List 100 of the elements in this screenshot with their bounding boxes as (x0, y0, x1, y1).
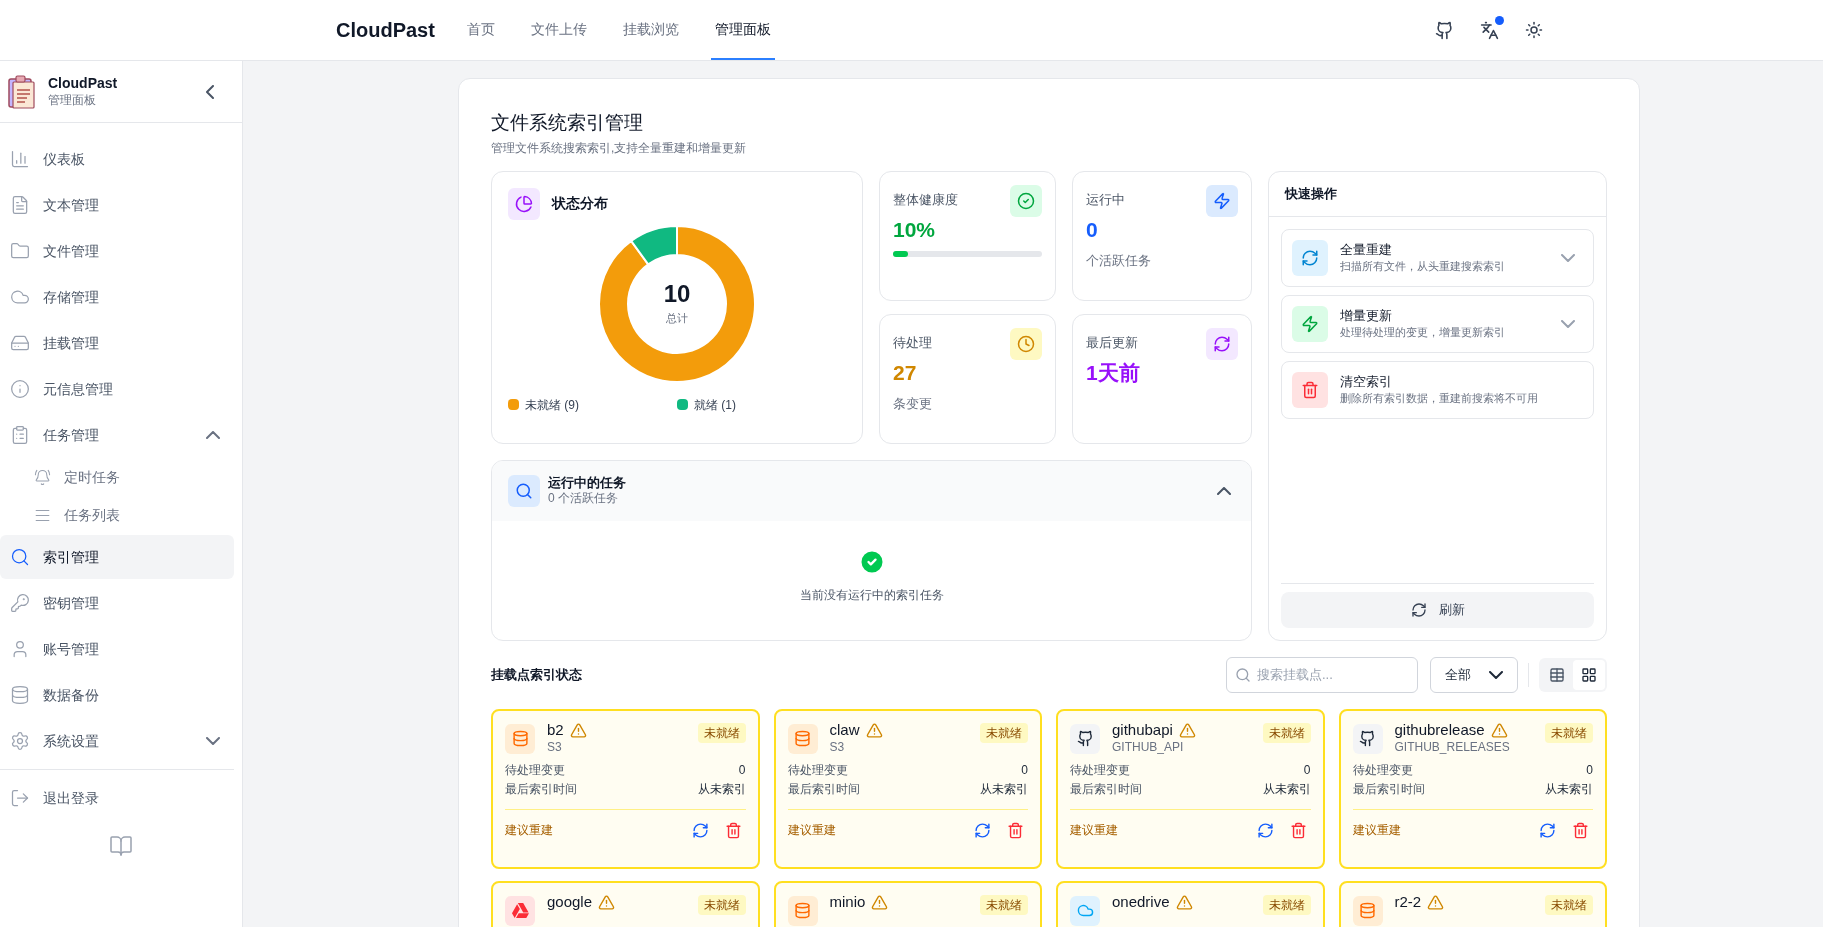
trash-icon (1007, 821, 1024, 839)
sidebar-item[interactable]: 仪表板 (0, 137, 234, 181)
action-item[interactable]: 增量更新 处理待处理的变更，增量更新索引 (1281, 294, 1594, 353)
github-icon (1435, 20, 1454, 40)
mount-type: GITHUB_RELEASES (1394, 739, 1511, 755)
page-title: 文件系统索引管理 (491, 111, 644, 135)
stat-value: 0 (1086, 216, 1099, 243)
card-subtitle: 0 个活跃任务 (548, 491, 619, 507)
rebuild-hint: 建议重建 (1352, 822, 1401, 839)
refresh-icon (1213, 334, 1231, 353)
mount-name: minio (829, 892, 866, 912)
sidebar-item[interactable]: 任务列表 (0, 497, 234, 533)
action-description: 处理待处理的变更，增量更新索引 (1340, 326, 1505, 340)
sidebar-item[interactable]: 任务管理 (0, 413, 234, 457)
sun-icon (1525, 21, 1543, 39)
field-value: 从未索引 (980, 780, 1028, 798)
refresh-button[interactable]: 刷新 (1281, 591, 1594, 628)
info-icon (10, 379, 30, 399)
database-icon (511, 730, 529, 748)
nav-tab[interactable]: 挂载浏览 (618, 0, 683, 60)
warning-icon (1427, 893, 1445, 911)
field-value: 0 (738, 761, 746, 779)
action-title: 全量重建 (1340, 241, 1393, 258)
stat-label: 整体健康度 (893, 190, 958, 209)
warning-icon (871, 893, 889, 911)
status-badge: 未就绪 (697, 894, 746, 915)
status-badge: 未就绪 (1262, 722, 1311, 743)
sidebar-item[interactable]: 挂载管理 (0, 321, 234, 365)
clipboard-icon (10, 425, 30, 445)
field-label: 待处理变更 (505, 761, 565, 779)
github-icon (1359, 730, 1376, 748)
trash-icon (724, 821, 742, 839)
action-description: 扫描所有文件，从头重建搜索索引 (1340, 260, 1505, 274)
field-label: 待处理变更 (1352, 761, 1413, 779)
stat-label: 最后更新 (1086, 333, 1138, 352)
search-icon (10, 547, 30, 567)
rebuild-hint: 建议重建 (1070, 822, 1118, 839)
refresh-icon (691, 821, 709, 839)
check-circle-icon (1017, 191, 1035, 210)
bar-chart-icon (10, 149, 30, 169)
sidebar-item[interactable]: 存储管理 (0, 275, 234, 319)
status-badge: 未就绪 (1545, 722, 1593, 743)
nav-tab[interactable]: 文件上传 (526, 0, 591, 60)
search-field[interactable]: 搜索挂载点... (1226, 656, 1418, 693)
language-button[interactable] (1478, 18, 1501, 42)
sidebar-subtitle: 管理面板 (48, 92, 97, 108)
sidebar-item[interactable]: 账号管理 (0, 627, 234, 671)
field-label: 最后索引时间 (505, 780, 577, 798)
view-button[interactable] (1573, 659, 1605, 690)
donut-total-label: 总计 (666, 310, 688, 326)
sidebar-item[interactable]: 定时任务 (0, 459, 234, 495)
server-icon (10, 333, 30, 353)
sidebar-item[interactable]: 系统设置 (0, 719, 234, 763)
logout-button[interactable]: 退出登录 (0, 776, 234, 820)
sidebar-item[interactable]: 数据备份 (0, 673, 234, 717)
stat-label: 待处理 (893, 333, 932, 352)
pie-chart-icon (515, 194, 533, 213)
stat-value: 1天前 (1086, 359, 1141, 386)
folder-icon (10, 241, 30, 261)
translate-icon (1480, 20, 1499, 40)
rebuild-hint: 建议重建 (787, 822, 836, 839)
refresh-icon (1410, 601, 1427, 618)
mount-name: githubrelease (1394, 720, 1485, 740)
trash-icon (1301, 380, 1319, 399)
mount-name: google (547, 892, 593, 912)
chevron-left-icon (206, 84, 214, 99)
stat-value: 10% (893, 216, 937, 243)
sidebar-item[interactable]: 元信息管理 (0, 367, 234, 411)
legend-label: 就绪 (1) (694, 396, 736, 414)
warning-icon (1178, 721, 1196, 739)
theme-button[interactable] (1523, 19, 1545, 41)
sidebar-item[interactable]: 索引管理 (0, 535, 234, 579)
sidebar-title: CloudPast (48, 75, 118, 93)
clock-icon (1017, 334, 1035, 353)
sidebar-item[interactable]: 文件管理 (0, 229, 234, 273)
running-tasks-header[interactable]: 运行中的任务 0 个活跃任务 (492, 460, 1251, 521)
refresh-icon (1539, 821, 1556, 839)
action-item[interactable]: 全量重建 扫描所有文件，从头重建搜索索引 (1281, 228, 1594, 287)
field-value: 从未索引 (1262, 780, 1311, 798)
action-item[interactable]: 清空索引 删除所有索引数据，重建前搜索将不可用 (1281, 360, 1594, 419)
document-icon (10, 195, 30, 215)
stat-note: 条变更 (893, 395, 933, 413)
sidebar-item[interactable]: 密钥管理 (0, 581, 234, 625)
field-value: 从未索引 (697, 780, 746, 798)
nav-tab[interactable]: 首页 (462, 0, 499, 60)
action-title: 增量更新 (1340, 307, 1393, 324)
github-icon (1076, 730, 1094, 748)
stat-note: 个活跃任务 (1086, 252, 1152, 270)
status-badge: 未就绪 (1262, 894, 1311, 915)
mount-type: S3 (547, 739, 563, 755)
filter-select[interactable]: 全部 (1430, 656, 1518, 693)
stat-label: 运行中 (1086, 190, 1125, 209)
lightning-icon (1213, 191, 1231, 210)
trash-icon (1289, 821, 1307, 839)
sidebar-item[interactable]: 文本管理 (0, 183, 234, 227)
refresh-icon (974, 821, 991, 839)
field-label: 最后索引时间 (1352, 780, 1425, 798)
logout-icon (10, 788, 30, 808)
field-label: 最后索引时间 (1070, 780, 1142, 798)
nav-tab[interactable]: 管理面板 (710, 0, 775, 60)
